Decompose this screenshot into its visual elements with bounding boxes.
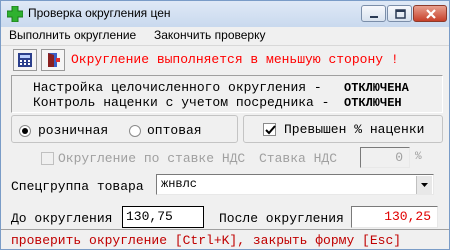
radio-wholesale[interactable]: [129, 125, 141, 137]
exit-door-icon: [48, 53, 60, 67]
close-icon: [426, 9, 436, 19]
special-group-select[interactable]: жнвлс: [156, 174, 434, 195]
vat-percent-sign: %: [415, 151, 422, 163]
calculator-button[interactable]: [13, 49, 37, 71]
radio-retail-label: розничная: [38, 123, 109, 138]
before-rounding-label: До округления: [11, 211, 113, 226]
after-rounding-label: После округления: [219, 211, 344, 226]
maximize-icon: [395, 9, 406, 19]
radio-wholesale-label: оптовая: [147, 123, 202, 138]
toolbar: Округление выполняется в меньшую сторону…: [1, 46, 449, 74]
vat-rate-input[interactable]: 0: [360, 147, 410, 168]
before-rounding-value: 130,75: [126, 209, 173, 224]
calculator-icon: [18, 53, 32, 67]
before-rounding-input[interactable]: 130,75: [122, 206, 204, 228]
vat-rounding-checkbox[interactable]: [41, 152, 54, 165]
markup-control-value: ОТКЛЮЧЕН: [344, 96, 402, 110]
checkmark-icon: [265, 125, 276, 135]
rounding-direction-alert: Округление выполняется в меньшую сторону…: [71, 52, 399, 67]
menu-item-finish[interactable]: Закончить проверку: [154, 28, 265, 42]
markup-exceeded-label: Превышен % наценки: [284, 122, 425, 137]
close-button[interactable]: [413, 5, 447, 22]
app-window: Проверка округления цен Выполнить округл…: [0, 0, 450, 250]
special-group-label: Спецгруппа товара: [11, 179, 144, 194]
status-hint-text: проверить округление [Ctrl+K], закрыть ф…: [11, 233, 402, 248]
window-title: Проверка округления цен: [28, 6, 171, 20]
maximize-button[interactable]: [387, 5, 412, 22]
menu-bar: Выполнить округление Закончить проверку: [1, 27, 449, 46]
title-bar: Проверка округления цен: [1, 1, 449, 28]
rounding-setting-label: Настройка целочисленного округления -: [33, 80, 322, 95]
after-rounding-value: 130,25: [384, 209, 431, 224]
vat-rate-value: 0: [395, 150, 403, 165]
exit-button[interactable]: [41, 49, 65, 71]
vat-rate-label: Ставка НДС: [259, 151, 338, 166]
after-rounding-output: 130,25: [351, 206, 438, 228]
radio-retail[interactable]: [19, 125, 31, 137]
rounding-setting-value: ОТКЛЮЧЕНА: [344, 81, 409, 95]
markup-exceeded-checkbox[interactable]: [263, 123, 276, 136]
markup-control-label: Контроль наценки с учетом посредника -: [33, 95, 330, 110]
radio-selected-dot: [22, 128, 28, 134]
minimize-icon: [370, 16, 378, 18]
minimize-button[interactable]: [361, 5, 386, 22]
special-group-dropdown-button[interactable]: [416, 176, 432, 194]
app-cross-icon: [7, 6, 23, 22]
menu-item-round[interactable]: Выполнить округление: [9, 28, 136, 42]
status-bar: проверить округление [Ctrl+K], закрыть ф…: [1, 229, 449, 249]
special-group-value: жнвлс: [161, 177, 198, 191]
vat-rounding-label: Округление по ставке НДС: [58, 151, 246, 166]
chevron-down-icon: [421, 183, 428, 187]
